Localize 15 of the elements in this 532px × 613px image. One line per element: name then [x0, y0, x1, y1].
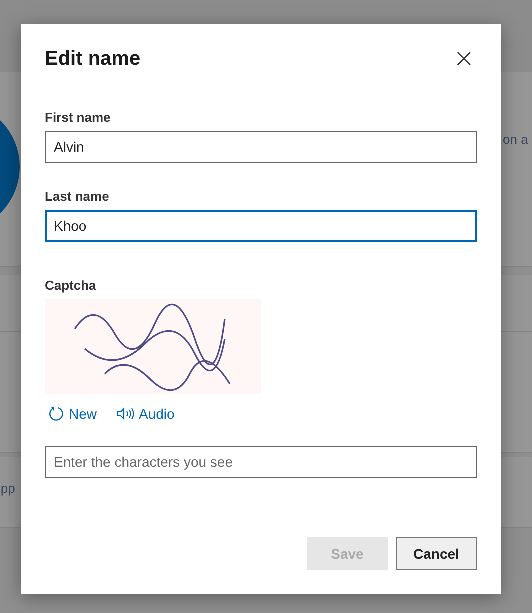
field-label: Captcha — [45, 278, 98, 293]
close-button[interactable]: × — [451, 46, 477, 72]
page-text: ipp — [0, 481, 16, 496]
text-field[interactable]: Alvin — [45, 131, 477, 163]
captcha-input-field[interactable]: Enter the characters you see — [45, 446, 477, 478]
speaker-icon — [117, 407, 136, 421]
page-text: on a — [503, 132, 528, 147]
refresh-icon — [49, 406, 65, 422]
field-label: First name — [45, 110, 112, 125]
audio-link[interactable]: Audio — [117, 406, 175, 422]
new-captcha-link[interactable]: New — [49, 406, 98, 422]
dialog-title: Edit name — [45, 48, 141, 70]
cancel-button[interactable]: Cancel — [396, 537, 477, 570]
field-label: Last name — [45, 189, 110, 204]
text-field[interactable]: Khoo — [45, 210, 477, 242]
